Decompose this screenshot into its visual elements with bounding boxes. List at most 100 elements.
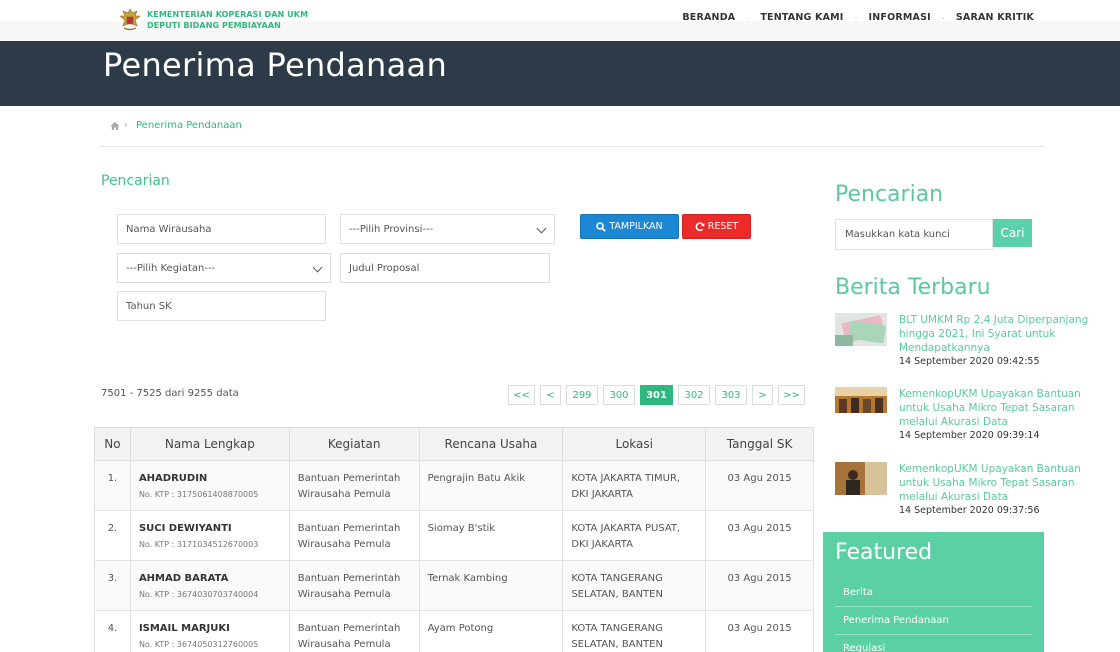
kegiatan-selected: ---Pilih Kegiatan--- (126, 262, 216, 274)
breadcrumb-current[interactable]: Penerima Pendanaan (136, 120, 242, 131)
news-title[interactable]: BLT UMKM Rp 2,4 Juta Diperpanjang hingga… (899, 313, 1089, 355)
cell-kegiatan: Bantuan Pemerintah Wirausaha Pemula (288, 510, 420, 561)
cell-no: 4. (94, 610, 131, 652)
judul-proposal-input[interactable]: Judul Proposal (340, 253, 550, 283)
recipients-table: No Nama Lengkap Kegiatan Rencana Usaha L… (94, 427, 814, 652)
recipient-name: AHMAD BARATA (138, 573, 229, 584)
cell-lokasi: KOTA TANGERANG SELATAN, BANTEN (562, 560, 707, 611)
pagination-page[interactable]: 303 (715, 385, 747, 405)
featured-item-regulasi[interactable]: Regulasi (835, 635, 1032, 652)
recipient-name: AHADRUDIN (138, 473, 208, 484)
pagination-page[interactable]: 302 (678, 385, 710, 405)
cell-kegiatan: Bantuan Pemerintah Wirausaha Pemula (288, 460, 420, 511)
sidebar-search-input[interactable]: Masukkan kata kunci (835, 219, 993, 250)
cell-no: 2. (94, 510, 131, 561)
reset-label: RESET (707, 221, 739, 232)
cell-tanggal: 03 Agu 2015 (705, 460, 814, 511)
pagination-page[interactable]: 299 (566, 385, 598, 405)
pagination-next[interactable]: > (752, 385, 773, 405)
cell-kegiatan: Bantuan Pemerintah Wirausaha Pemula (288, 610, 420, 652)
featured-item-penerima-pendanaan[interactable]: Penerima Pendanaan (835, 607, 1032, 635)
table-row: 4. ISMAIL MARJUKI No. KTP : 3674050312760… (94, 610, 814, 652)
recipient-ktp: No. KTP : 3171034512670003 (138, 540, 259, 549)
cell-lokasi: KOTA JAKARTA PUSAT, DKI JAKARTA (562, 510, 707, 561)
news-item[interactable]: BLT UMKM Rp 2,4 Juta Diperpanjang hingga… (835, 313, 1088, 373)
main-nav: BERANDA · TENTANG KAMI · INFORMASI · SAR… (682, 12, 1034, 23)
pagination-prev[interactable]: < (540, 385, 561, 405)
cell-lokasi: KOTA JAKARTA TIMUR, DKI JAKARTA (562, 460, 707, 511)
column-header-nama[interactable]: Nama Lengkap (129, 427, 290, 461)
nav-informasi[interactable]: INFORMASI (869, 12, 931, 23)
column-header-rencana[interactable]: Rencana Usaha (418, 427, 564, 461)
news-date: 14 September 2020 09:39:14 (899, 430, 1040, 441)
breadcrumb-chevron-icon: › (124, 120, 128, 131)
top-bar: KEMENTERIAN KOPERASI DAN UKM DEPUTI BIDA… (0, 0, 1120, 41)
nav-separator: · (746, 12, 750, 23)
cell-no: 3. (94, 560, 131, 611)
sidebar-search-placeholder: Masukkan kata kunci (845, 229, 950, 240)
tampilkan-button[interactable]: TAMPILKAN (580, 214, 679, 239)
search-icon (596, 221, 607, 232)
brand-line-1: KEMENTERIAN KOPERASI DAN UKM (147, 10, 309, 19)
nav-tentang-kami[interactable]: TENTANG KAMI (760, 12, 843, 23)
recipient-name: ISMAIL MARJUKI (138, 623, 230, 634)
reset-button[interactable]: RESET (682, 214, 751, 239)
sidebar-search-title: Pencarian (835, 182, 944, 207)
news-thumbnail[interactable] (835, 313, 887, 346)
table-row: 3. AHMAD BARATA No. KTP : 367403070374000… (94, 560, 814, 611)
brand[interactable]: KEMENTERIAN KOPERASI DAN UKM DEPUTI BIDA… (118, 7, 308, 33)
pagination-page-active[interactable]: 301 (640, 385, 673, 405)
nav-separator: · (941, 12, 945, 23)
cell-rencana: Pengrajin Batu Akik (418, 460, 564, 511)
tahun-sk-input[interactable]: Tahun SK (117, 291, 326, 321)
breadcrumb: › Penerima Pendanaan (110, 120, 242, 131)
nama-wirausaha-input[interactable]: Nama Wirausaha (117, 214, 326, 244)
page-title: Penerima Pendanaan (103, 46, 448, 84)
featured-title: Featured (835, 540, 933, 565)
pagination-first[interactable]: << (508, 385, 535, 405)
tampilkan-label: TAMPILKAN (609, 221, 663, 232)
provinsi-select[interactable]: ---Pilih Provinsi--- (340, 214, 555, 244)
sidebar-search-button[interactable]: Cari (993, 219, 1032, 247)
nav-saran-kritik[interactable]: SARAN KRITIK (956, 12, 1034, 23)
nav-separator: · (854, 12, 858, 23)
column-header-no[interactable]: No (94, 427, 131, 461)
table-row: 1. AHADRUDIN No. KTP : 3175061408870005 B… (94, 460, 814, 511)
news-thumbnail[interactable] (835, 462, 887, 495)
cell-nama: AHADRUDIN No. KTP : 3175061408870005 (129, 460, 290, 511)
pagination-last[interactable]: >> (778, 385, 805, 405)
cell-nama: AHMAD BARATA No. KTP : 3674030703740004 (129, 560, 290, 611)
recipient-ktp: No. KTP : 3175061408870005 (138, 490, 259, 499)
sidebar-news-title: Berita Terbaru (835, 275, 991, 300)
cell-tanggal: 03 Agu 2015 (705, 560, 814, 611)
refresh-icon (695, 221, 705, 231)
table-row: 2. SUCI DEWIYANTI No. KTP : 3171034512670… (94, 510, 814, 561)
pagination-page[interactable]: 300 (603, 385, 635, 405)
news-item[interactable]: KemenkopUKM Upayakan Bantuan untuk Usaha… (835, 387, 1085, 445)
featured-item-berita[interactable]: Berita (835, 579, 1032, 607)
garuda-emblem-icon (119, 8, 141, 31)
news-date: 14 September 2020 09:37:56 (899, 505, 1040, 516)
cell-tanggal: 03 Agu 2015 (705, 610, 814, 652)
home-icon[interactable] (110, 121, 120, 131)
news-title[interactable]: KemenkopUKM Upayakan Bantuan untuk Usaha… (899, 387, 1089, 429)
featured-panel: Featured Berita Penerima Pendanaan Regul… (823, 532, 1044, 652)
column-header-lokasi[interactable]: Lokasi (562, 427, 707, 461)
judul-proposal-placeholder: Judul Proposal (349, 262, 420, 274)
page-header-band: Penerima Pendanaan (0, 41, 1120, 106)
nav-beranda[interactable]: BERANDA (682, 12, 735, 23)
pagination: << < 299 300 301 302 303 > >> (508, 385, 805, 405)
news-thumbnail[interactable] (835, 387, 887, 413)
result-count: 7501 - 7525 dari 9255 data (101, 388, 239, 399)
cell-lokasi: KOTA TANGERANG SELATAN, BANTEN (562, 610, 707, 652)
cell-nama: ISMAIL MARJUKI No. KTP : 3674050312760005 (129, 610, 290, 652)
news-title[interactable]: KemenkopUKM Upayakan Bantuan untuk Usaha… (899, 462, 1089, 504)
recipient-name: SUCI DEWIYANTI (138, 523, 232, 534)
recipient-ktp: No. KTP : 3674050312760005 (138, 640, 259, 649)
recipient-ktp: No. KTP : 3674030703740004 (138, 590, 259, 599)
nama-wirausaha-placeholder: Nama Wirausaha (126, 223, 212, 235)
kegiatan-select[interactable]: ---Pilih Kegiatan--- (117, 253, 331, 283)
column-header-tanggal[interactable]: Tanggal SK (705, 427, 814, 461)
news-item[interactable]: KemenkopUKM Upayakan Bantuan untuk Usaha… (835, 462, 1085, 520)
column-header-kegiatan[interactable]: Kegiatan (288, 427, 420, 461)
